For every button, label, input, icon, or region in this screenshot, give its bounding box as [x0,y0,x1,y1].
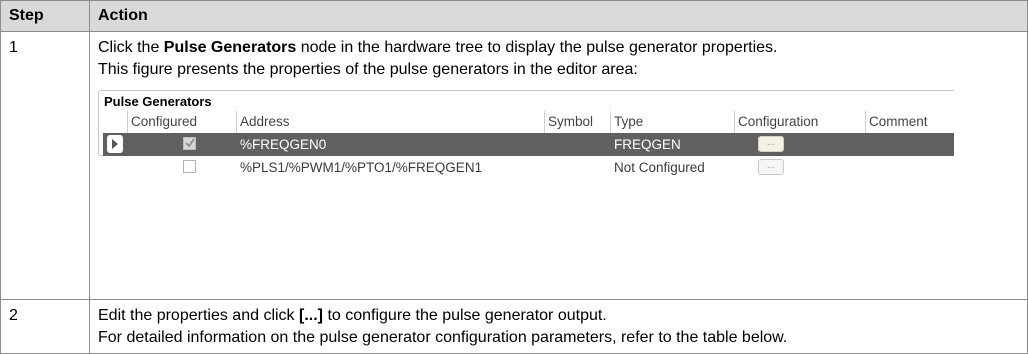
action-line: This figure presents the properties of t… [98,61,638,78]
configured-checkbox[interactable] [183,137,196,150]
column-header-comment[interactable]: Comment [865,111,954,133]
address-cell[interactable]: %PLS1/%PWM1/%PTO1/%FREQGEN1 [240,156,482,179]
table-header-row: Step Action [0,0,1028,32]
step-number: 1 [0,31,90,300]
action-text: to configure the pulse generator output. [323,307,607,324]
column-header-configured[interactable]: Configured [127,111,197,133]
action-text: Edit the properties and click [98,307,299,324]
action-text: Click the [98,39,164,56]
action-emphasis: [...] [299,307,323,324]
header-step: Step [0,0,90,32]
configure-button[interactable]: ... [758,136,784,152]
type-cell[interactable]: Not Configured [614,156,705,179]
grid-row[interactable]: %PLS1/%PWM1/%PTO1/%FREQGEN1 Not Configur… [103,156,954,179]
table-row: 2 Edit the properties and click [...] to… [0,299,1028,354]
row-selector-icon[interactable] [107,135,123,153]
pulse-generators-panel: Pulse Generators Configured Address Symb… [98,90,954,175]
grid-header: Configured Address Symbol Type Configura… [103,111,954,133]
action-emphasis: Pulse Generators [163,39,297,56]
address-cell[interactable]: %FREQGEN0 [240,133,326,156]
pulse-generators-grid: Configured Address Symbol Type Configura… [103,111,954,179]
header-action: Action [89,0,1028,32]
type-cell[interactable]: FREQGEN [614,133,681,156]
column-header-symbol[interactable]: Symbol [544,111,600,133]
configure-button[interactable]: ... [758,159,784,175]
step-number: 2 [0,299,90,354]
action-line: For detailed information on the pulse ge… [98,329,788,346]
configured-checkbox[interactable] [183,160,196,173]
action-line: Edit the properties and click [...] to c… [98,305,1019,327]
panel-title: Pulse Generators [104,94,212,109]
action-cell: Click the Pulse Generators node in the h… [89,31,1028,300]
column-header-configuration[interactable]: Configuration [734,111,862,133]
column-header-address[interactable]: Address [236,111,540,133]
action-cell: Edit the properties and click [...] to c… [89,299,1028,354]
action-text: node in the hardware tree to display the… [296,39,778,56]
column-header-type[interactable]: Type [610,111,729,133]
table-row: 1 Click the Pulse Generators node in the… [0,31,1028,300]
procedure-table: Step Action 1 Click the Pulse Generators… [0,0,1028,354]
action-line: Click the Pulse Generators node in the h… [98,37,1019,59]
grid-row[interactable]: %FREQGEN0 FREQGEN ... [103,133,954,156]
